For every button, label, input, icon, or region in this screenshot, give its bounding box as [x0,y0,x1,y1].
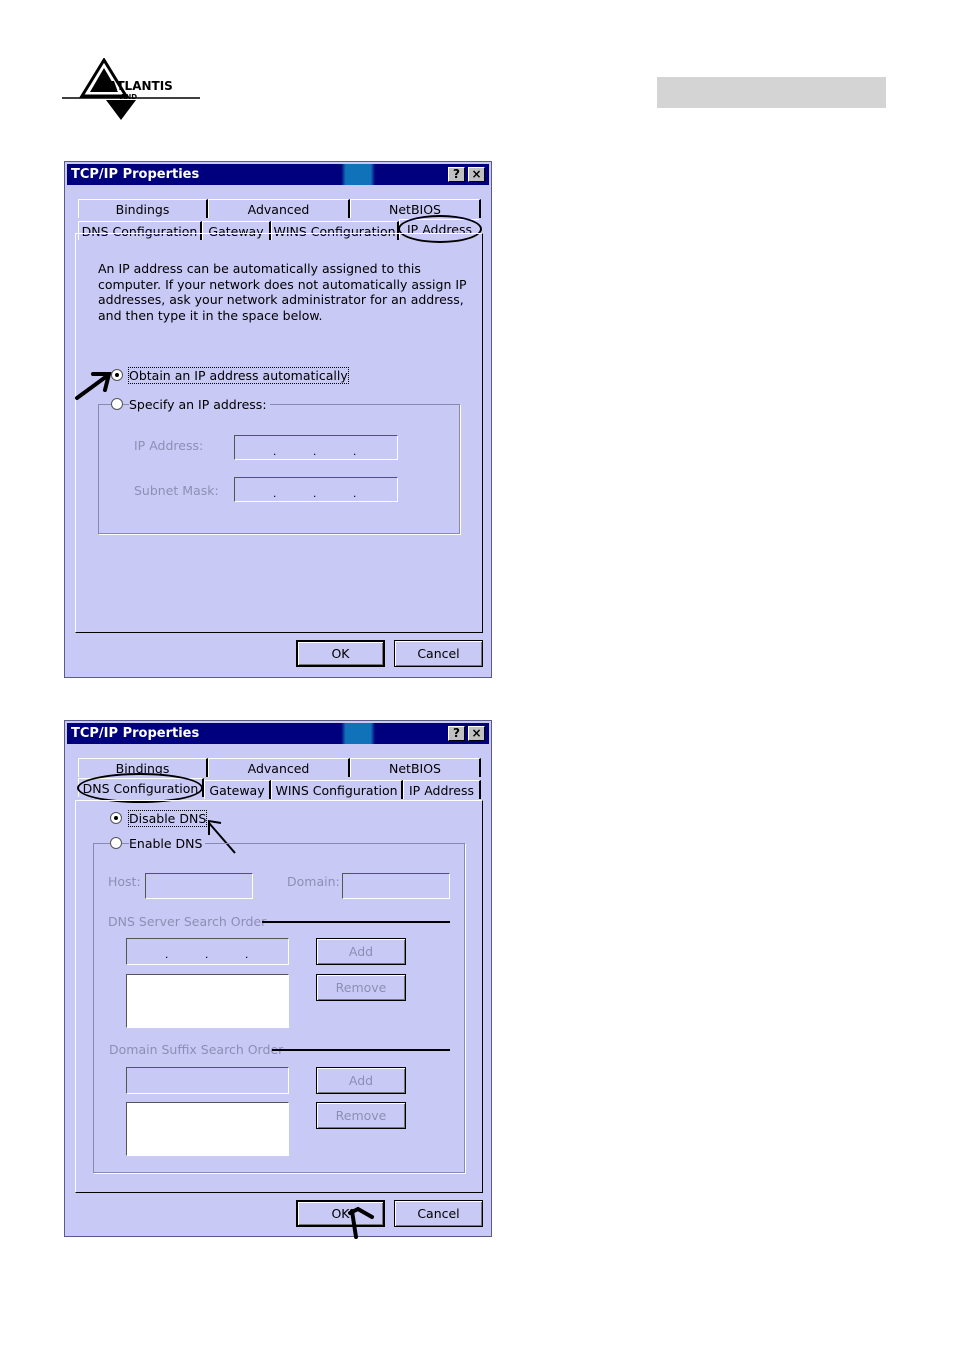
title-bar[interactable]: TCP/IP Properties ? × [67,723,489,744]
cancel-button[interactable]: Cancel [394,1200,483,1227]
host-label: Host: [108,874,141,889]
subnet-mask-field[interactable]: ... [234,477,398,502]
suffix-remove-button[interactable]: Remove [316,1102,406,1129]
radio-specify-ip[interactable] [111,398,123,410]
ip-description-text: An IP address can be automatically assig… [98,261,467,323]
suffix-add-button[interactable]: Add [316,1067,406,1094]
close-button[interactable]: × [468,167,485,182]
title-bar[interactable]: TCP/IP Properties ? × [67,164,489,185]
logo-brand-text: ATLANTIS [108,79,173,93]
cursor-arrow-icon [348,1206,374,1239]
domain-suffix-list[interactable] [126,1102,289,1156]
radio-enable-dns[interactable] [110,837,122,849]
dns-server-ip-field[interactable]: ... [126,938,289,965]
host-field[interactable] [145,873,253,899]
highlight-oval [77,773,203,803]
header-gray-bar [657,77,886,108]
pointer-arrow-icon [75,372,112,400]
dialog-title: TCP/IP Properties [71,726,200,741]
dns-remove-button[interactable]: Remove [316,974,406,1001]
cancel-button[interactable]: Cancel [394,640,483,667]
domain-suffix-order-line [272,1049,450,1051]
domain-suffix-field[interactable] [126,1067,289,1094]
tab-advanced[interactable]: Advanced [208,199,350,218]
tab-netbios[interactable]: NetBIOS [350,758,481,777]
dns-server-list[interactable] [126,974,289,1028]
domain-suffix-order-label: Domain Suffix Search Order [109,1042,284,1057]
radio-enable-dns-label[interactable]: Enable DNS [129,836,206,851]
dns-add-button[interactable]: Add [316,938,406,965]
radio-disable-dns[interactable] [110,812,122,824]
tab-gateway[interactable]: Gateway [204,780,271,799]
radio-obtain-auto-label[interactable]: Obtain an IP address automatically [128,367,349,384]
domain-label: Domain: [287,874,340,889]
ip-address-field[interactable]: ... [234,435,398,460]
close-button[interactable]: × [468,726,485,741]
tab-wins-configuration[interactable]: WINS Configuration [271,780,403,799]
ip-address-label: IP Address: [134,438,204,453]
tab-bindings[interactable]: Bindings [78,199,208,218]
radio-specify-ip-label[interactable]: Specify an IP address: [129,397,270,412]
ok-button[interactable]: OK [296,640,385,667]
specify-ip-group [98,404,460,534]
atlantis-logo: ATLANTIS AND [62,58,200,120]
radio-disable-dns-label[interactable]: Disable DNS [127,810,208,827]
subnet-mask-label: Subnet Mask: [134,483,219,498]
tab-advanced[interactable]: Advanced [208,758,350,777]
tab-netbios[interactable]: NetBIOS [350,199,481,218]
dns-server-order-line [262,921,450,923]
dns-server-order-label: DNS Server Search Order [108,914,267,929]
tcpip-properties-dialog-ip: TCP/IP Properties ? × Bindings Advanced … [64,161,492,678]
tab-ip-address[interactable]: IP Address [403,780,481,799]
domain-field[interactable] [342,873,450,899]
tcpip-properties-dialog-dns: TCP/IP Properties ? × Bindings Advanced … [64,720,492,1239]
dialog-title: TCP/IP Properties [71,167,200,182]
help-button[interactable]: ? [448,726,465,741]
logo-sub-text: AND [120,93,137,101]
help-button[interactable]: ? [448,167,465,182]
